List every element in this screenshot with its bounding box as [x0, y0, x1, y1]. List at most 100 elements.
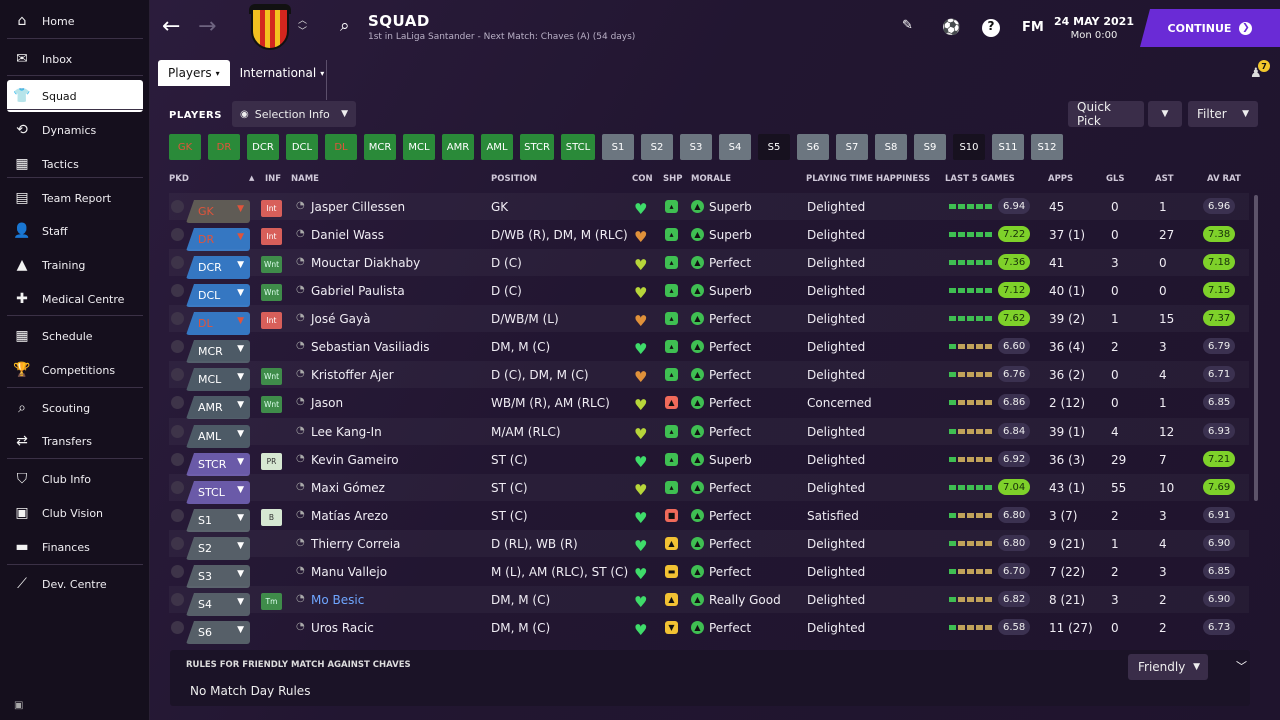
position-button-s3[interactable]: S3	[680, 134, 712, 160]
fm-logo[interactable]: FM	[1022, 20, 1044, 35]
table-row[interactable]: AML ▼ ◔ Lee Kang-In M/AM (RLC) ♥ ▴ ▲ Perfect Deli…	[169, 418, 1249, 448]
position-button-dr[interactable]: DR	[208, 134, 240, 160]
role-selector[interactable]: DL ▼	[186, 312, 250, 335]
friendly-dropdown[interactable]: Friendly ▼	[1128, 654, 1208, 680]
sidebar-item-team-report[interactable]: ▤ Team Report	[7, 182, 143, 214]
player-name[interactable]: Mo Besic	[311, 593, 364, 607]
position-button-dcr[interactable]: DCR	[247, 134, 279, 160]
filter-button[interactable]: Filter ▼	[1188, 101, 1258, 127]
table-row[interactable]: DL ▼ Int ◔ José Gayà D/WB/M (L) ♥ ▴ ▲ Perfect Deli…	[169, 305, 1249, 335]
position-button-s6[interactable]: S6	[797, 134, 829, 160]
table-row[interactable]: AMR ▼ Wnt ◔ Jason WB/M (R), AM (RLC) ♥ ▲ ▲ Perfec…	[169, 389, 1249, 419]
club-crest[interactable]	[251, 8, 289, 50]
position-button-aml[interactable]: AML	[481, 134, 513, 160]
select-checkbox[interactable]	[171, 453, 184, 466]
position-button-s8[interactable]: S8	[875, 134, 907, 160]
position-button-s11[interactable]: S11	[992, 134, 1024, 160]
col-gls[interactable]: GLS	[1106, 174, 1125, 184]
sidebar-item-training[interactable]: ▲ Training	[7, 249, 143, 281]
role-selector[interactable]: MCL ▼	[186, 368, 250, 391]
interaction-badge[interactable]: Wnt	[261, 396, 282, 413]
select-checkbox[interactable]	[171, 340, 184, 353]
role-selector[interactable]: GK ▼	[186, 200, 250, 223]
role-selector[interactable]: AMR ▼	[186, 396, 250, 419]
col-playing-time[interactable]: PLAYING TIME HAPPINESS	[806, 174, 930, 184]
sidebar-item-scouting[interactable]: ⌕ Scouting	[7, 392, 143, 424]
player-name[interactable]: Kristoffer Ajer	[311, 368, 394, 382]
continue-button[interactable]: CONTINUE ❯	[1140, 9, 1280, 47]
position-button-dl[interactable]: DL	[325, 134, 357, 160]
select-checkbox[interactable]	[171, 481, 184, 494]
scrollbar[interactable]	[1254, 195, 1258, 501]
sidebar-item-club-info[interactable]: ⛉ Club Info	[7, 463, 143, 495]
table-row[interactable]: GK ▼ Int ◔ Jasper Cillessen GK ♥ ▴ ▲ Superb Deligh…	[169, 193, 1249, 223]
table-row[interactable]: MCL ▼ Wnt ◔ Kristoffer Ajer D (C), DM, M (C) ♥…	[169, 361, 1249, 391]
select-checkbox[interactable]	[171, 228, 184, 241]
tab-players[interactable]: Players ▾	[158, 60, 230, 86]
player-name[interactable]: Kevin Gameiro	[311, 453, 399, 467]
collapse-chevron-icon[interactable]: ﹀	[1236, 658, 1247, 674]
position-button-amr[interactable]: AMR	[442, 134, 474, 160]
player-name[interactable]: Daniel Wass	[311, 228, 384, 242]
interaction-badge[interactable]: Int	[261, 200, 282, 217]
ball-icon[interactable]: ⚽	[942, 18, 961, 36]
select-checkbox[interactable]	[171, 537, 184, 550]
col-name[interactable]: NAME	[291, 174, 319, 184]
col-position[interactable]: POSITION	[491, 174, 537, 184]
role-selector[interactable]: DCR ▼	[186, 256, 250, 279]
player-name[interactable]: Thierry Correia	[311, 537, 400, 551]
player-name[interactable]: José Gayà	[311, 312, 370, 326]
position-button-s2[interactable]: S2	[641, 134, 673, 160]
sidebar-item-inbox[interactable]: ✉ Inbox	[7, 43, 143, 75]
sidebar-item-medical-centre[interactable]: ✚ Medical Centre	[7, 283, 143, 315]
notification-button[interactable]: ♟ 7	[1250, 60, 1270, 81]
search-icon[interactable]: ⌕	[340, 16, 350, 36]
position-button-stcr[interactable]: STCR	[520, 134, 554, 160]
sidebar-item-tactics[interactable]: ▦ Tactics	[7, 148, 143, 180]
table-row[interactable]: STCL ▼ ◔ Maxi Gómez ST (C) ♥ ▴ ▲ Perfect Delighte…	[169, 474, 1249, 504]
sidebar-item-home[interactable]: ⌂ Home	[7, 5, 143, 37]
table-row[interactable]: DCL ▼ Wnt ◔ Gabriel Paulista D (C) ♥ ▴ ▲ Superb De…	[169, 277, 1249, 307]
col-ast[interactable]: AST	[1155, 174, 1174, 184]
col-con[interactable]: CON	[632, 174, 653, 184]
pencil-icon[interactable]: ✎	[902, 18, 913, 33]
sidebar-item-staff[interactable]: 👤 Staff	[7, 215, 143, 247]
role-selector[interactable]: AML ▼	[186, 425, 250, 448]
help-icon[interactable]: ?	[982, 19, 1000, 37]
role-selector[interactable]: STCR ▼	[186, 453, 250, 476]
role-selector[interactable]: S2 ▼	[186, 537, 250, 560]
table-row[interactable]: DR ▼ Int ◔ Daniel Wass D/WB (R), DM, M (RLC) ♥…	[169, 221, 1249, 251]
sidebar-footer-icon[interactable]: ▣	[14, 700, 23, 711]
sidebar-item-schedule[interactable]: ▦ Schedule	[7, 320, 143, 352]
quick-pick-button[interactable]: Quick Pick	[1068, 100, 1144, 128]
position-button-dcl[interactable]: DCL	[286, 134, 318, 160]
table-row[interactable]: S3 ▼ ◔ Manu Vallejo M (L), AM (RLC), ST (C) ♥…	[169, 558, 1249, 588]
select-checkbox[interactable]	[171, 509, 184, 522]
player-name[interactable]: Manu Vallejo	[311, 565, 387, 579]
position-button-s9[interactable]: S9	[914, 134, 946, 160]
col-last5[interactable]: LAST 5 GAMES	[945, 174, 1015, 184]
col-shp[interactable]: SHP	[663, 174, 682, 184]
select-checkbox[interactable]	[171, 621, 184, 634]
position-button-mcr[interactable]: MCR	[364, 134, 396, 160]
select-checkbox[interactable]	[171, 256, 184, 269]
interaction-badge[interactable]: Int	[261, 228, 282, 245]
position-button-s1[interactable]: S1	[602, 134, 634, 160]
col-avrat[interactable]: AV RAT	[1207, 174, 1241, 184]
role-selector[interactable]: S3 ▼	[186, 565, 250, 588]
sort-up-icon[interactable]: ▲	[249, 174, 254, 182]
position-button-mcl[interactable]: MCL	[403, 134, 435, 160]
tab-international[interactable]: International ▾	[230, 60, 335, 86]
role-selector[interactable]: STCL ▼	[186, 481, 250, 504]
interaction-badge[interactable]: Int	[261, 312, 282, 329]
interaction-badge[interactable]: B	[261, 509, 282, 526]
col-morale[interactable]: MORALE	[691, 174, 731, 184]
position-button-s7[interactable]: S7	[836, 134, 868, 160]
role-selector[interactable]: S4 ▼	[186, 593, 250, 616]
player-name[interactable]: Gabriel Paulista	[311, 284, 405, 298]
position-button-gk[interactable]: GK	[169, 134, 201, 160]
quick-pick-chevron[interactable]: ▼	[1148, 101, 1182, 127]
interaction-badge[interactable]: PR	[261, 453, 282, 470]
select-checkbox[interactable]	[171, 284, 184, 297]
sidebar-item-club-vision[interactable]: ▣ Club Vision	[7, 497, 143, 529]
